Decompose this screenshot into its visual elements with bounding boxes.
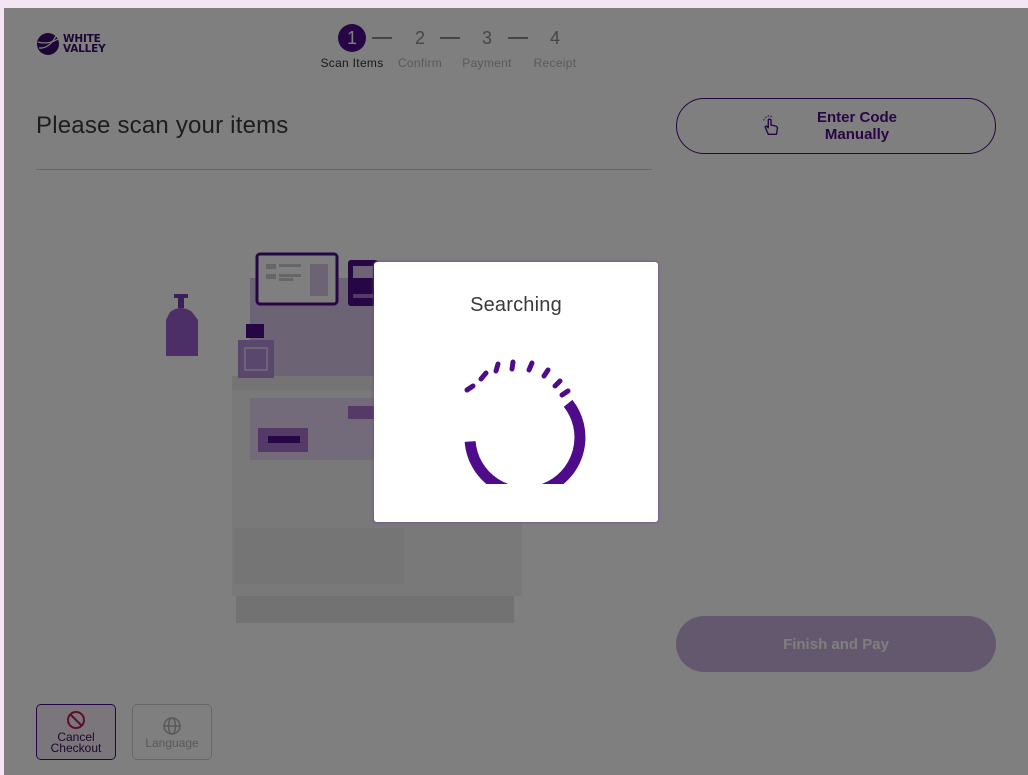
- checkout-app: WHITE VALLEY 1 Scan Items 2 Confirm 3 Pa…: [4, 8, 1028, 775]
- searching-dialog: Searching: [374, 262, 658, 522]
- loading-spinner-icon: [464, 359, 586, 484]
- dialog-title: Searching: [470, 294, 562, 316]
